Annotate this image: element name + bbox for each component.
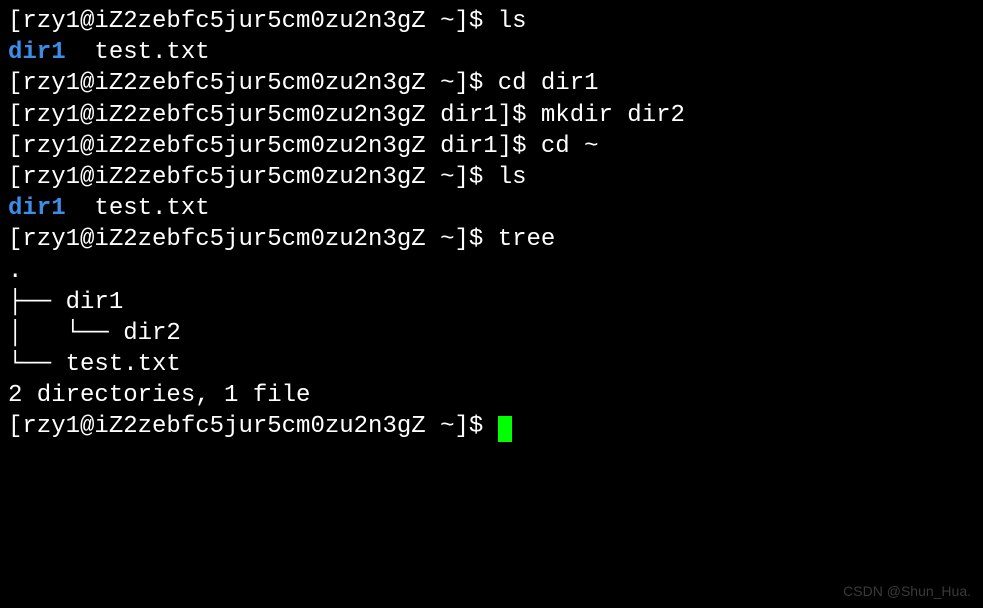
tree-branch: ├── bbox=[8, 289, 66, 316]
prompt: [rzy1@iZ2zebfc5jur5cm0zu2n3gZ ~]$ bbox=[8, 413, 498, 440]
ls-output-2: dir1 test.txt bbox=[8, 193, 975, 224]
watermark: CSDN @Shun_Hua. bbox=[843, 582, 971, 600]
prompt: [rzy1@iZ2zebfc5jur5cm0zu2n3gZ ~]$ bbox=[8, 164, 498, 191]
command-text: cd dir1 bbox=[498, 70, 599, 97]
cursor-icon bbox=[498, 416, 512, 442]
cmd-line-1: [rzy1@iZ2zebfc5jur5cm0zu2n3gZ ~]$ ls bbox=[8, 6, 975, 37]
prompt: [rzy1@iZ2zebfc5jur5cm0zu2n3gZ ~]$ bbox=[8, 70, 498, 97]
prompt: [rzy1@iZ2zebfc5jur5cm0zu2n3gZ ~]$ bbox=[8, 8, 498, 35]
prompt: [rzy1@iZ2zebfc5jur5cm0zu2n3gZ ~]$ bbox=[8, 226, 498, 253]
cmd-line-6: [rzy1@iZ2zebfc5jur5cm0zu2n3gZ ~]$ tree bbox=[8, 224, 975, 255]
ls-output-1: dir1 test.txt bbox=[8, 37, 975, 68]
tree-line-1: ├── dir1 bbox=[8, 287, 975, 318]
cmd-line-2: [rzy1@iZ2zebfc5jur5cm0zu2n3gZ ~]$ cd dir… bbox=[8, 68, 975, 99]
file-name: test.txt bbox=[66, 195, 210, 222]
tree-root: . bbox=[8, 256, 975, 287]
command-text: ls bbox=[498, 164, 527, 191]
prompt: [rzy1@iZ2zebfc5jur5cm0zu2n3gZ dir1]$ bbox=[8, 133, 541, 160]
directory-name: dir1 bbox=[8, 195, 66, 222]
terminal[interactable]: [rzy1@iZ2zebfc5jur5cm0zu2n3gZ ~]$ ls dir… bbox=[8, 6, 975, 443]
tree-summary: 2 directories, 1 file bbox=[8, 380, 975, 411]
directory-name: dir1 bbox=[8, 39, 66, 66]
file-name: test.txt bbox=[66, 39, 210, 66]
cmd-line-4: [rzy1@iZ2zebfc5jur5cm0zu2n3gZ dir1]$ cd … bbox=[8, 131, 975, 162]
command-text: mkdir dir2 bbox=[541, 102, 685, 129]
cmd-line-5: [rzy1@iZ2zebfc5jur5cm0zu2n3gZ ~]$ ls bbox=[8, 162, 975, 193]
command-text: tree bbox=[498, 226, 556, 253]
tree-line-2: │ └── dir2 bbox=[8, 318, 975, 349]
command-text: ls bbox=[498, 8, 527, 35]
cmd-line-3: [rzy1@iZ2zebfc5jur5cm0zu2n3gZ dir1]$ mkd… bbox=[8, 100, 975, 131]
command-text: cd ~ bbox=[541, 133, 599, 160]
current-prompt-line[interactable]: [rzy1@iZ2zebfc5jur5cm0zu2n3gZ ~]$ bbox=[8, 411, 975, 442]
prompt: [rzy1@iZ2zebfc5jur5cm0zu2n3gZ dir1]$ bbox=[8, 102, 541, 129]
tree-dir-name: dir1 bbox=[66, 289, 124, 316]
tree-line-3: └── test.txt bbox=[8, 349, 975, 380]
